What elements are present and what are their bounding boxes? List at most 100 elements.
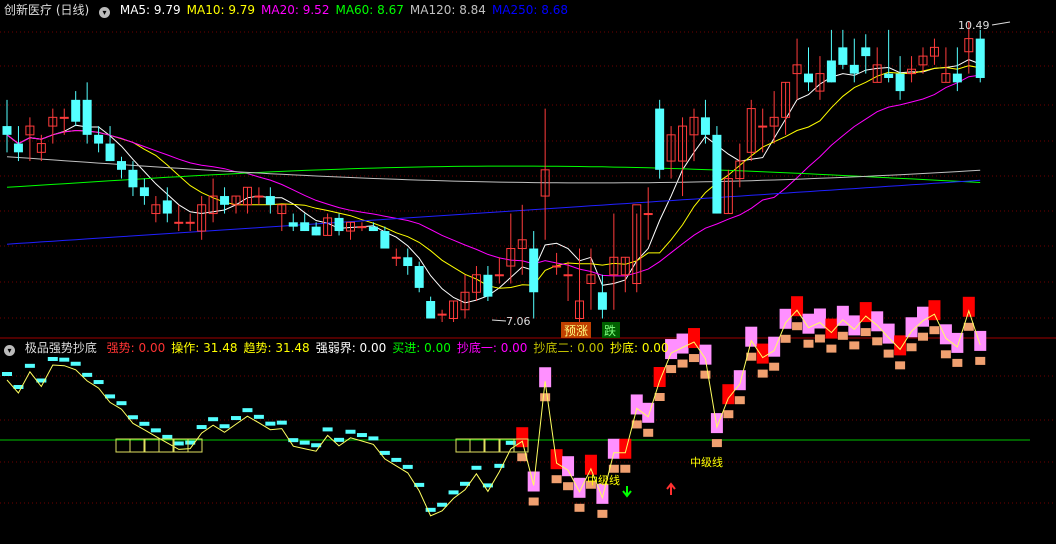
low-price-label: 7.06 [506, 315, 531, 328]
ind-step-15 [173, 441, 184, 446]
candle-body-12 [139, 187, 149, 197]
ind-sub-54 [620, 464, 631, 473]
indicator-title[interactable]: 极品强势抄底 [25, 341, 97, 355]
ma10-line [6, 65, 981, 289]
candle-body-1 [13, 143, 23, 153]
ind-bar-51 [584, 454, 597, 475]
stock-title[interactable]: 创新医疗 (日线) [4, 3, 89, 17]
ma-value-1: MA10: 9.79 [186, 3, 256, 17]
candle-body-19 [220, 196, 230, 205]
candle-body-73 [838, 47, 848, 65]
ind-sub-81 [929, 326, 940, 335]
ind-sub-57 [654, 393, 665, 401]
ind-box-8 [484, 438, 500, 453]
candle-body-37 [426, 301, 436, 319]
ind-sub-77 [883, 349, 894, 358]
ind-sub-58 [666, 365, 677, 374]
high-price-label: 10.49 [958, 19, 990, 32]
candle-body-6 [71, 99, 81, 122]
ind-bar-49 [562, 456, 575, 477]
ind-sub-52 [597, 509, 608, 518]
candle-body-78 [895, 73, 905, 92]
candle-body-72 [826, 60, 836, 83]
ind-bar-54 [619, 438, 632, 459]
chart-canvas: 10.49 7.06 预涨 跌 中级线 中级线 [0, 19, 1056, 518]
candle-body-29 [334, 217, 344, 232]
candle-body-46 [529, 248, 539, 293]
ind-bar-80 [917, 306, 929, 327]
ind-sub-69 [792, 322, 803, 331]
ind-sub-46 [528, 497, 539, 506]
ind-step-28 [322, 427, 333, 432]
ind-step-4 [47, 357, 58, 361]
ind-step-39 [448, 490, 459, 495]
high-arrow [991, 21, 1011, 26]
indicator-value-2: 趋势: 31.48 [243, 341, 310, 355]
ind-step-5 [59, 357, 70, 362]
ind-sub-83 [952, 358, 963, 367]
candle-body-25 [288, 222, 298, 227]
candle-body-57 [655, 108, 665, 170]
candle-body-52 [597, 292, 607, 310]
indicator-value-5: 抄底一: 0.00 [456, 341, 528, 355]
ind-step-8 [93, 380, 104, 385]
bottom-header: ▾ 极品强势抄底 强势: 0.00 操作: 31.48 趋势: 31.48 强弱界: … [4, 340, 681, 356]
candle-body-49 [563, 274, 573, 277]
ind-step-32 [368, 436, 379, 441]
ind-sub-76 [872, 337, 883, 346]
ind-box-6 [455, 438, 471, 453]
candle-body-42 [483, 274, 493, 297]
mid-line-label-2: 中级线 [690, 455, 723, 469]
candle-body-7 [82, 99, 92, 135]
candle-body-27 [311, 226, 321, 236]
indicator-menu-icon[interactable]: ▾ [4, 345, 15, 356]
candle-body-15 [174, 221, 184, 224]
ind-sub-59 [677, 359, 688, 368]
indicator-value-6: 抄底二: 0.00 [533, 341, 604, 355]
ind-step-22 [253, 414, 264, 419]
indicator-value-3: 强弱界: 0.00 [315, 341, 387, 355]
indicator-values: 强势: 0.00 操作: 31.48 趋势: 31.48 强弱界: 0.00 买进: 0… [107, 341, 675, 355]
ind-sub-72 [826, 344, 837, 353]
candle-body-43 [494, 274, 504, 277]
candle-body-61 [700, 117, 710, 135]
ind-step-38 [437, 502, 448, 507]
ind-sub-68 [780, 334, 791, 343]
ind-step-13 [150, 428, 161, 433]
moving-average-lines [6, 59, 981, 304]
ind-step-24 [276, 420, 287, 425]
ind-sub-82 [940, 350, 951, 359]
ma-value-3: MA60: 8.67 [335, 3, 404, 17]
ind-step-35 [402, 464, 413, 469]
ind-step-29 [334, 437, 345, 442]
candle-body-48 [552, 265, 562, 268]
candle-body-56 [643, 213, 653, 216]
candle-body-9 [105, 143, 115, 162]
candle-body-38 [437, 313, 447, 316]
ind-sub-49 [563, 482, 574, 491]
ind-sub-75 [860, 328, 871, 337]
ma-values: MA5: 9.79 MA10: 9.79 MA20: 9.52 MA60: 8.67 M… [120, 3, 574, 17]
ind-bar-65 [745, 326, 758, 347]
ind-sub-85 [975, 356, 986, 365]
ind-bar-64 [733, 370, 746, 391]
ind-step-18 [208, 417, 219, 422]
candle-body-10 [117, 161, 126, 170]
ind-sub-47 [540, 393, 551, 402]
ind-box-1 [129, 438, 145, 453]
ind-sub-48 [551, 475, 562, 484]
candle-body-5 [59, 116, 69, 119]
down-arrow-icon [622, 486, 632, 498]
candle-body-22 [254, 195, 264, 198]
candle-body-35 [403, 257, 413, 267]
candle-body-16 [185, 221, 195, 224]
tag-fall: 跌 [604, 323, 616, 338]
ma5-line [6, 59, 981, 304]
ind-sub-66 [757, 369, 768, 378]
ma250-line [6, 179, 981, 245]
ind-bar-66 [756, 343, 769, 364]
ind-step-7 [82, 372, 93, 377]
candle-body-0 [2, 126, 12, 135]
settings-circle-icon[interactable]: ▾ [99, 7, 111, 18]
ind-step-0 [2, 372, 12, 376]
